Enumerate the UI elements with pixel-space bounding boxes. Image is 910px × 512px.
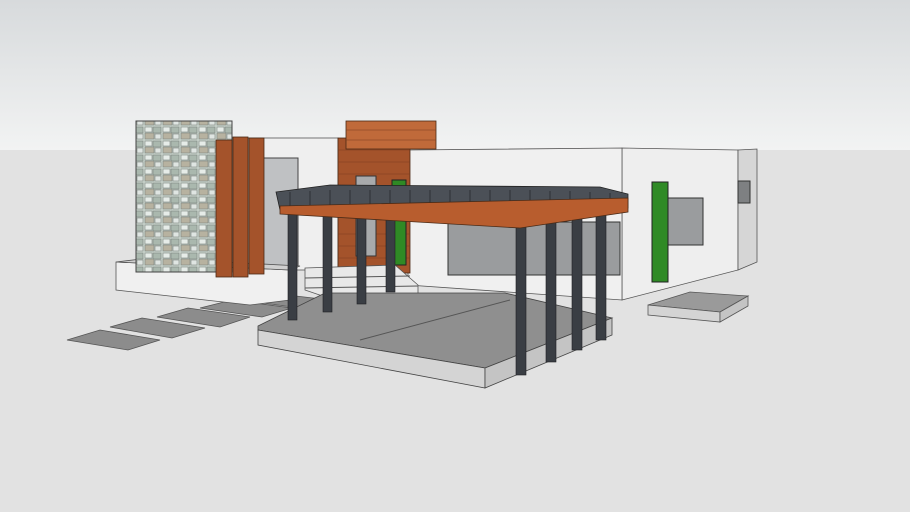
model-viewport[interactable]	[0, 0, 910, 512]
column	[385, 211, 396, 293]
column	[595, 214, 607, 341]
window	[737, 180, 751, 204]
column	[515, 221, 527, 376]
wood-slats	[215, 136, 265, 278]
right-wing-side	[737, 148, 758, 271]
column	[545, 221, 557, 363]
column	[571, 217, 583, 351]
wood-tower-cap	[345, 120, 437, 150]
column	[356, 211, 367, 305]
column	[287, 211, 298, 321]
door-green-right	[651, 181, 669, 283]
window-large	[447, 221, 621, 276]
window	[666, 197, 704, 246]
column	[322, 211, 333, 313]
